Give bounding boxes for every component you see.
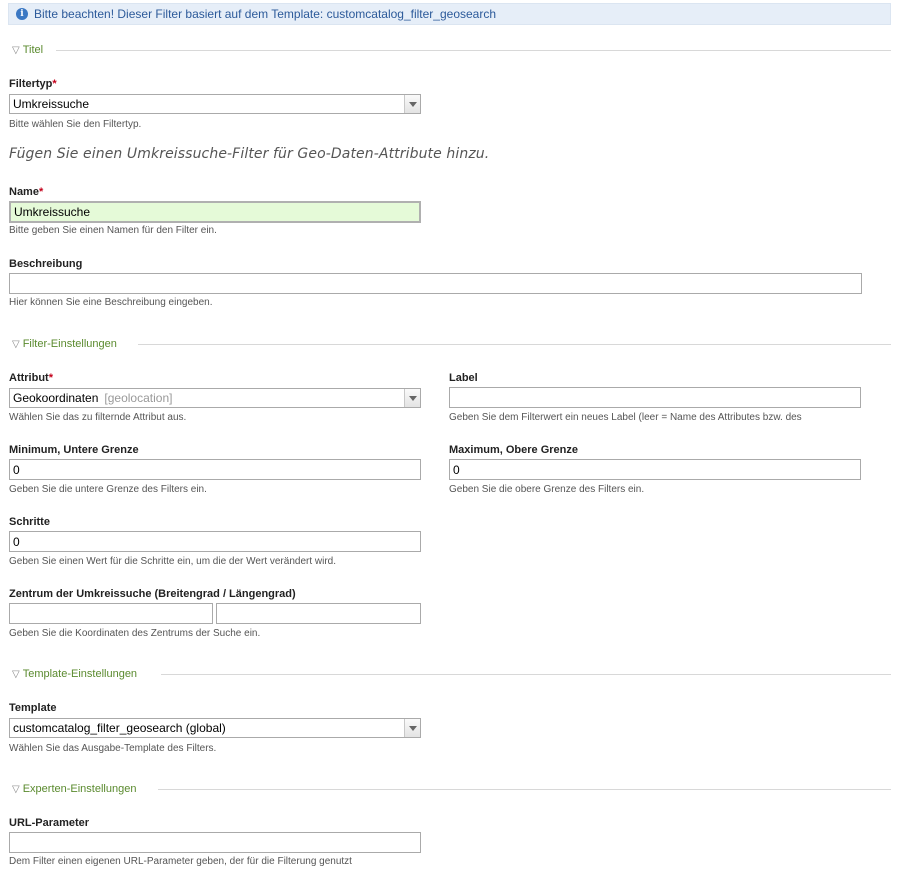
schritte-input[interactable]: 0 xyxy=(9,531,421,552)
chevron-down-icon[interactable] xyxy=(404,719,420,737)
section-filter-einstellungen[interactable]: ▽ Filter-Einstellungen xyxy=(8,337,891,351)
beschreibung-label: Beschreibung xyxy=(9,258,83,270)
name-input[interactable]: Umkreissuche xyxy=(9,201,421,223)
attribut-label: Attribut* xyxy=(9,372,53,384)
name-value: Umkreissuche xyxy=(14,205,91,219)
info-icon: i xyxy=(16,8,28,20)
template-hint: Wählen Sie das Ausgabe-Template des Filt… xyxy=(9,743,217,754)
section-filter-label: Filter-Einstellungen xyxy=(22,338,117,350)
template-select[interactable]: customcatalog_filter_geosearch (global) xyxy=(9,718,421,738)
maximum-hint: Geben Sie die obere Grenze des Filters e… xyxy=(449,484,645,495)
zentrum-label: Zentrum der Umkreissuche (Breitengrad / … xyxy=(9,588,296,600)
filtertyp-label: Filtertyp* xyxy=(9,78,57,90)
zentrum-lng-input[interactable] xyxy=(216,603,421,624)
label-hint: Geben Sie dem Filterwert ein neues Label… xyxy=(449,412,802,423)
filtertyp-hint: Bitte wählen Sie den Filtertyp. xyxy=(9,119,142,130)
template-value: customcatalog_filter_geosearch (global) xyxy=(13,721,226,735)
section-titel[interactable]: ▽ Titel xyxy=(8,43,891,57)
divider xyxy=(138,344,891,345)
divider xyxy=(161,674,891,675)
info-banner: i Bitte beachten! Dieser Filter basiert … xyxy=(8,3,891,25)
section-titel-label: Titel xyxy=(22,44,44,56)
label-input[interactable] xyxy=(449,387,861,408)
collapse-triangle-icon: ▽ xyxy=(12,668,20,680)
divider xyxy=(56,50,891,51)
section-experten-label: Experten-Einstellungen xyxy=(22,783,137,795)
attribut-select[interactable]: Geokoordinaten [geolocation] xyxy=(9,388,421,408)
filter-description: Fügen Sie einen Umkreissuche-Filter für … xyxy=(9,146,490,162)
zentrum-hint: Geben Sie die Koordinaten des Zentrums d… xyxy=(9,628,261,639)
minimum-hint: Geben Sie die untere Grenze des Filters … xyxy=(9,484,207,495)
attribut-value: Geokoordinaten xyxy=(13,391,99,405)
template-label: Template xyxy=(9,702,57,714)
beschreibung-hint: Hier können Sie eine Beschreibung eingeb… xyxy=(9,297,213,308)
name-hint: Bitte geben Sie einen Namen für den Filt… xyxy=(9,225,217,236)
divider xyxy=(158,789,891,790)
url-parameter-input[interactable] xyxy=(9,832,421,853)
zentrum-lat-input[interactable] xyxy=(9,603,213,624)
minimum-value: 0 xyxy=(13,462,20,477)
maximum-value: 0 xyxy=(453,462,460,477)
collapse-triangle-icon: ▽ xyxy=(12,44,20,56)
label-label: Label xyxy=(449,372,478,384)
name-label: Name* xyxy=(9,186,44,198)
section-experten-einstellungen[interactable]: ▽ Experten-Einstellungen xyxy=(8,782,891,796)
chevron-down-icon[interactable] xyxy=(404,95,420,113)
filtertyp-select[interactable]: Umkreissuche xyxy=(9,94,421,114)
attribut-hint: Wählen Sie das zu filternde Attribut aus… xyxy=(9,412,187,423)
section-template-label: Template-Einstellungen xyxy=(22,668,138,680)
section-template-einstellungen[interactable]: ▽ Template-Einstellungen xyxy=(8,667,891,681)
info-text: Bitte beachten! Dieser Filter basiert au… xyxy=(34,7,497,21)
attribut-key: [geolocation] xyxy=(104,391,173,405)
url-parameter-hint: Dem Filter einen eigenen URL-Parameter g… xyxy=(9,856,352,867)
collapse-triangle-icon: ▽ xyxy=(12,338,20,350)
maximum-input[interactable]: 0 xyxy=(449,459,861,480)
maximum-label: Maximum, Obere Grenze xyxy=(449,444,578,456)
filtertyp-value: Umkreissuche xyxy=(13,97,90,111)
minimum-label: Minimum, Untere Grenze xyxy=(9,444,139,456)
schritte-value: 0 xyxy=(13,534,20,549)
schritte-hint: Geben Sie einen Wert für die Schritte ei… xyxy=(9,556,337,567)
url-parameter-label: URL-Parameter xyxy=(9,817,90,829)
chevron-down-icon[interactable] xyxy=(404,389,420,407)
beschreibung-input[interactable] xyxy=(9,273,862,294)
collapse-triangle-icon: ▽ xyxy=(12,783,20,795)
schritte-label: Schritte xyxy=(9,516,50,528)
minimum-input[interactable]: 0 xyxy=(9,459,421,480)
